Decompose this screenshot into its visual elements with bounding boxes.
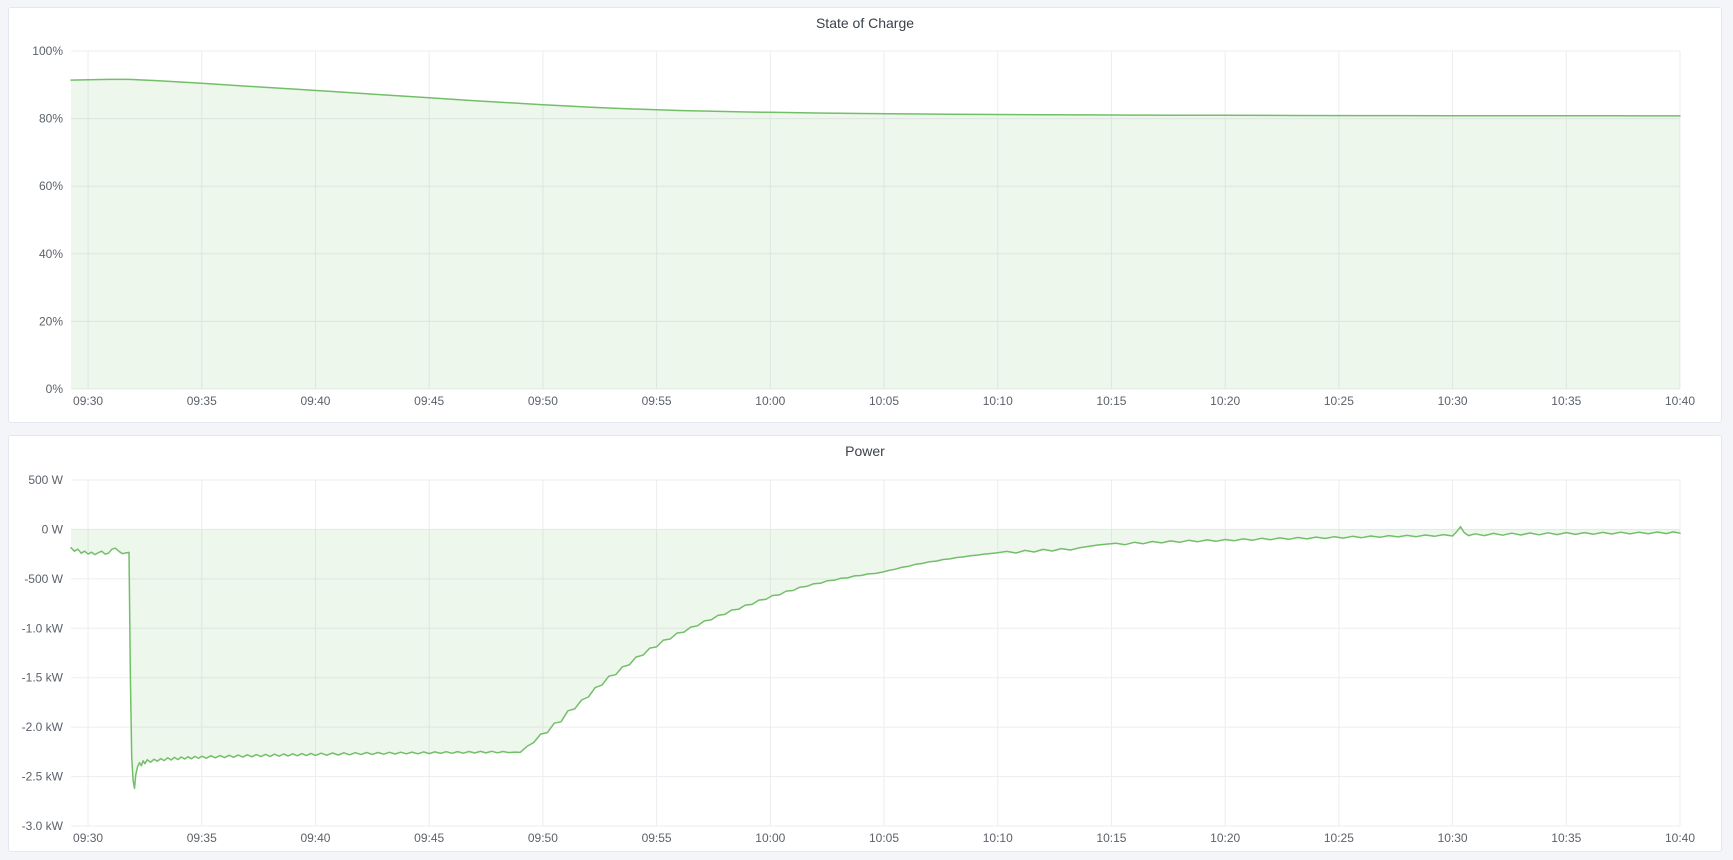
svg-text:10:10: 10:10 xyxy=(983,394,1013,408)
svg-text:09:35: 09:35 xyxy=(187,394,217,408)
svg-text:0%: 0% xyxy=(46,382,64,396)
svg-text:-2.0 kW: -2.0 kW xyxy=(22,720,64,734)
svg-text:40%: 40% xyxy=(39,247,63,261)
svg-text:10:20: 10:20 xyxy=(1210,831,1240,845)
svg-text:09:30: 09:30 xyxy=(73,831,103,845)
svg-text:09:40: 09:40 xyxy=(300,394,330,408)
svg-text:10:15: 10:15 xyxy=(1096,831,1126,845)
svg-text:10:05: 10:05 xyxy=(869,394,899,408)
svg-text:-1.5 kW: -1.5 kW xyxy=(22,671,64,685)
svg-text:10:00: 10:00 xyxy=(755,831,785,845)
svg-text:60%: 60% xyxy=(39,179,63,193)
svg-text:09:45: 09:45 xyxy=(414,394,444,408)
svg-text:-3.0 kW: -3.0 kW xyxy=(22,819,64,833)
svg-text:09:45: 09:45 xyxy=(414,831,444,845)
svg-text:-2.5 kW: -2.5 kW xyxy=(22,770,64,784)
svg-text:09:50: 09:50 xyxy=(528,394,558,408)
svg-text:10:20: 10:20 xyxy=(1210,394,1240,408)
svg-text:10:40: 10:40 xyxy=(1665,831,1695,845)
svg-text:10:30: 10:30 xyxy=(1438,831,1468,845)
svg-text:09:50: 09:50 xyxy=(528,831,558,845)
svg-text:20%: 20% xyxy=(39,314,63,328)
svg-text:10:35: 10:35 xyxy=(1551,394,1581,408)
svg-text:09:40: 09:40 xyxy=(300,831,330,845)
svg-text:10:25: 10:25 xyxy=(1324,394,1354,408)
svg-text:10:40: 10:40 xyxy=(1665,394,1695,408)
panel-power: Power 500 W 0 W -500 W -1.0 kW -1.5 kW -2.0 k… xyxy=(8,435,1722,852)
svg-text:10:00: 10:00 xyxy=(755,394,785,408)
svg-text:09:55: 09:55 xyxy=(642,394,672,408)
svg-text:09:55: 09:55 xyxy=(642,831,672,845)
svg-text:100%: 100% xyxy=(32,44,63,58)
power-chart[interactable]: 500 W 0 W -500 W -1.0 kW -1.5 kW -2.0 kW -2.5 … xyxy=(9,464,1721,849)
svg-text:-1.0 kW: -1.0 kW xyxy=(22,621,64,635)
panel-title-state-of-charge[interactable]: State of Charge xyxy=(9,8,1721,36)
dashboard: State of Charge 100% 80% 60% 40% 20% 0% 09:30 0… xyxy=(0,0,1733,860)
panel-title-power[interactable]: Power xyxy=(9,436,1721,464)
panel-state-of-charge: State of Charge 100% 80% 60% 40% 20% 0% 09:30 0… xyxy=(8,7,1722,423)
svg-text:10:15: 10:15 xyxy=(1096,394,1126,408)
svg-text:10:10: 10:10 xyxy=(983,831,1013,845)
svg-text:10:25: 10:25 xyxy=(1324,831,1354,845)
svg-text:-500 W: -500 W xyxy=(24,572,63,586)
svg-text:09:35: 09:35 xyxy=(187,831,217,845)
state-of-charge-chart[interactable]: 100% 80% 60% 40% 20% 0% 09:30 09:35 09:40 09:45 09… xyxy=(9,36,1721,420)
svg-text:80%: 80% xyxy=(39,112,63,126)
svg-text:10:35: 10:35 xyxy=(1551,831,1581,845)
svg-text:10:30: 10:30 xyxy=(1438,394,1468,408)
svg-text:0 W: 0 W xyxy=(42,522,64,536)
svg-text:09:30: 09:30 xyxy=(73,394,103,408)
svg-text:500 W: 500 W xyxy=(28,473,63,487)
svg-text:10:05: 10:05 xyxy=(869,831,899,845)
